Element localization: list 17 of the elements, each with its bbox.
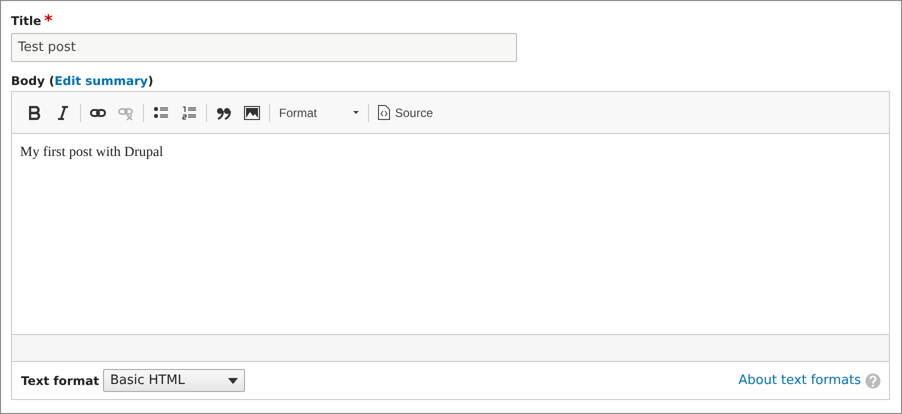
format-select[interactable]: Basic HTML bbox=[103, 369, 246, 392]
required-marker: * bbox=[44, 16, 53, 26]
image-icon bbox=[244, 106, 260, 120]
text-format-label: Text format bbox=[21, 372, 100, 390]
bold-icon bbox=[29, 106, 41, 120]
dropdown-arrow-icon bbox=[228, 378, 238, 384]
body-label: Body (Edit summary) bbox=[11, 74, 154, 88]
format-dropdown[interactable]: Format bbox=[274, 100, 364, 126]
source-button[interactable]: Source bbox=[373, 100, 438, 126]
title-field[interactable]: Test post bbox=[11, 33, 517, 62]
document-code-icon bbox=[378, 105, 390, 120]
bulleted-list-icon bbox=[153, 104, 169, 120]
edit-summary-link[interactable]: Edit summary bbox=[54, 74, 148, 88]
title-label: Title bbox=[11, 14, 42, 28]
about-formats-link[interactable]: About text formats bbox=[738, 373, 861, 388]
numbered-list-icon bbox=[181, 104, 197, 120]
italic-icon bbox=[58, 106, 68, 120]
